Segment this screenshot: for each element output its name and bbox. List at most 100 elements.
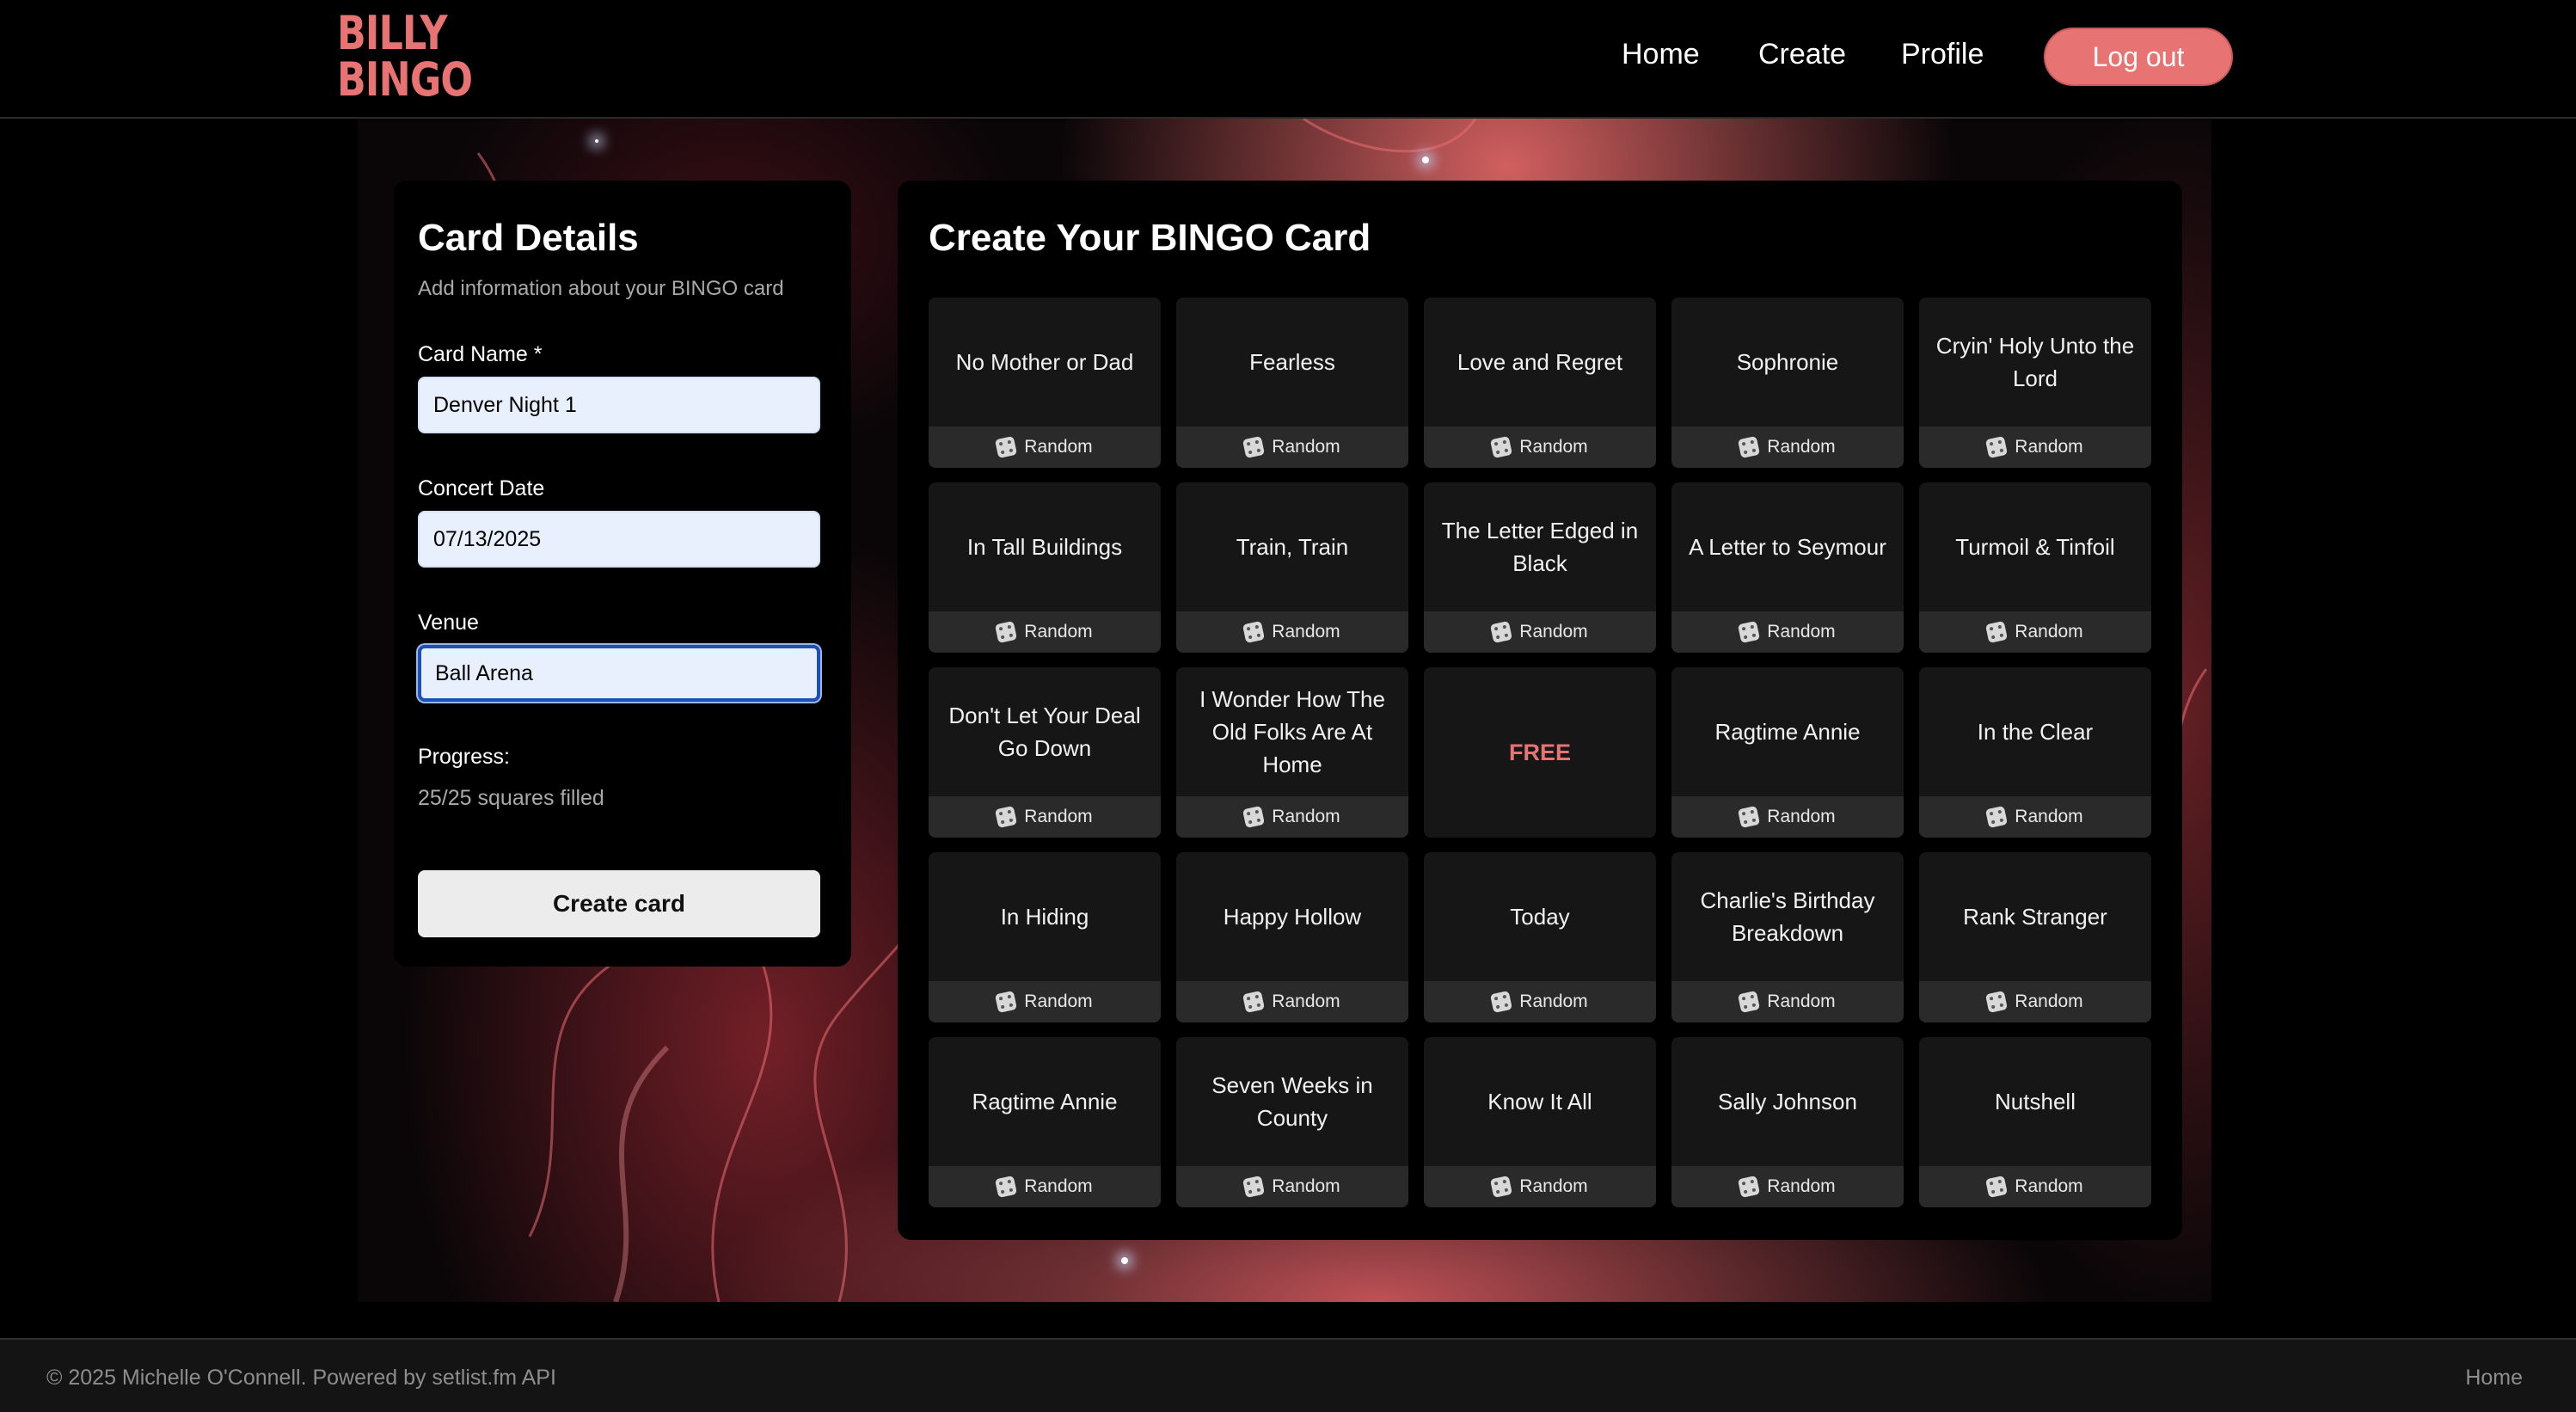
- bingo-free-square[interactable]: FREE: [1424, 667, 1656, 838]
- bingo-square[interactable]: Love and Regret Random: [1424, 298, 1656, 468]
- dice-icon: [1738, 990, 1761, 1014]
- bingo-square-title: Know It All: [1487, 1089, 1592, 1114]
- venue-label: Venue: [418, 611, 479, 635]
- bingo-square[interactable]: Train, Train Random: [1176, 482, 1408, 653]
- random-song-button[interactable]: Random: [1176, 427, 1408, 468]
- top-navbar: BILLY BINGO Home Create Profile Log out: [0, 0, 2576, 119]
- star-decoration: [1121, 1257, 1128, 1264]
- bingo-square[interactable]: Charlie's Birthday Breakdown Random: [1671, 852, 1904, 1022]
- random-label: Random: [2015, 807, 2083, 826]
- bingo-square[interactable]: Turmoil & Tinfoil Random: [1919, 482, 2151, 653]
- bingo-square[interactable]: The Letter Edged in Black Random: [1424, 482, 1656, 653]
- dice-icon: [1738, 620, 1761, 644]
- random-label: Random: [1519, 1176, 1588, 1196]
- random-song-button[interactable]: Random: [1671, 611, 1904, 653]
- dice-icon: [1242, 805, 1266, 829]
- dice-icon: [1490, 1175, 1513, 1199]
- random-song-button[interactable]: Random: [1671, 981, 1904, 1022]
- random-song-button[interactable]: Random: [1919, 611, 2151, 653]
- venue-input[interactable]: Ball Arena: [418, 645, 820, 702]
- random-song-button[interactable]: Random: [1671, 796, 1904, 838]
- random-label: Random: [1024, 622, 1093, 642]
- random-song-button[interactable]: Random: [1671, 427, 1904, 468]
- random-song-button[interactable]: Random: [1919, 981, 2151, 1022]
- nav-create-link[interactable]: Create: [1758, 38, 1846, 71]
- bingo-square[interactable]: Don't Let Your Deal Go Down Random: [929, 667, 1161, 838]
- dice-icon: [1738, 435, 1761, 459]
- random-song-button[interactable]: Random: [929, 796, 1161, 838]
- random-label: Random: [1767, 807, 1836, 826]
- dice-icon: [1985, 990, 2009, 1014]
- progress-text: 25/25 squares filled: [418, 786, 604, 810]
- card-details-title: Card Details: [418, 217, 639, 259]
- bingo-square[interactable]: Seven Weeks in County Random: [1176, 1037, 1408, 1207]
- random-label: Random: [2015, 437, 2083, 457]
- random-song-button[interactable]: Random: [929, 427, 1161, 468]
- random-song-button[interactable]: Random: [1424, 1166, 1656, 1207]
- dice-icon: [1985, 1175, 2009, 1199]
- random-label: Random: [1024, 807, 1093, 826]
- random-song-button[interactable]: Random: [1176, 981, 1408, 1022]
- random-song-button[interactable]: Random: [1424, 611, 1656, 653]
- bingo-square[interactable]: Sophronie Random: [1671, 298, 1904, 468]
- bingo-square[interactable]: Ragtime Annie Random: [1671, 667, 1904, 838]
- billy-bingo-logo[interactable]: BILLY BINGO: [337, 10, 473, 103]
- card-details-panel: Card Details Add information about your …: [394, 181, 851, 967]
- footer-copyright: © 2025 Michelle O'Connell. Powered by se…: [46, 1366, 556, 1390]
- create-card-button[interactable]: Create card: [418, 870, 820, 937]
- bingo-square[interactable]: A Letter to Seymour Random: [1671, 482, 1904, 653]
- bingo-square[interactable]: Today Random: [1424, 852, 1656, 1022]
- dice-icon: [1985, 805, 2009, 829]
- bingo-square[interactable]: Happy Hollow Random: [1176, 852, 1408, 1022]
- bingo-square[interactable]: In Hiding Random: [929, 852, 1161, 1022]
- random-song-button[interactable]: Random: [1919, 1166, 2151, 1207]
- random-song-button[interactable]: Random: [1671, 1166, 1904, 1207]
- bingo-square[interactable]: Rank Stranger Random: [1919, 852, 2151, 1022]
- random-label: Random: [1024, 437, 1093, 457]
- bingo-square[interactable]: I Wonder How The Old Folks Are At Home Ra…: [1176, 667, 1408, 838]
- random-label: Random: [1272, 991, 1340, 1011]
- bingo-square-title: In the Clear: [1977, 719, 2094, 745]
- bingo-square-title: FREE: [1508, 740, 1571, 765]
- bingo-square[interactable]: Cryin' Holy Unto the Lord Random: [1919, 298, 2151, 468]
- random-song-button[interactable]: Random: [1176, 796, 1408, 838]
- concert-date-input[interactable]: 07/13/2025: [418, 511, 820, 568]
- bingo-square-title: A Letter to Seymour: [1689, 534, 1886, 560]
- card-name-input[interactable]: Denver Night 1: [418, 377, 820, 433]
- logout-button[interactable]: Log out: [2044, 28, 2233, 86]
- bingo-square-title: Nutshell: [1995, 1089, 2076, 1114]
- random-song-button[interactable]: Random: [1424, 427, 1656, 468]
- random-label: Random: [1767, 437, 1836, 457]
- bingo-square[interactable]: No Mother or Dad Random: [929, 298, 1161, 468]
- dice-icon: [1985, 620, 2009, 644]
- random-label: Random: [1272, 437, 1340, 457]
- dice-icon: [1738, 805, 1761, 829]
- random-song-button[interactable]: Random: [929, 1166, 1161, 1207]
- random-song-button[interactable]: Random: [1919, 796, 2151, 838]
- random-song-button[interactable]: Random: [1176, 1166, 1408, 1207]
- bingo-square-title: Ragtime Annie: [1714, 719, 1861, 745]
- nav-profile-link[interactable]: Profile: [1901, 38, 1984, 71]
- random-label: Random: [1272, 622, 1340, 642]
- bingo-square-title: In Hiding: [1000, 904, 1089, 930]
- bingo-square[interactable]: In Tall Buildings Random: [929, 482, 1161, 653]
- bingo-square[interactable]: In the Clear Random: [1919, 667, 2151, 838]
- nav-home-link[interactable]: Home: [1622, 38, 1700, 71]
- bingo-square-title: In Tall Buildings: [966, 534, 1123, 560]
- bingo-square-title: Train, Train: [1236, 534, 1349, 560]
- random-song-button[interactable]: Random: [1424, 981, 1656, 1022]
- random-song-button[interactable]: Random: [929, 981, 1161, 1022]
- bingo-square[interactable]: Sally Johnson Random: [1671, 1037, 1904, 1207]
- bingo-square[interactable]: Nutshell Random: [1919, 1037, 2151, 1207]
- footer-home-link[interactable]: Home: [2465, 1366, 2523, 1391]
- bingo-square[interactable]: Ragtime Annie Random: [929, 1037, 1161, 1207]
- dice-icon: [1242, 990, 1266, 1014]
- random-song-button[interactable]: Random: [929, 611, 1161, 653]
- random-song-button[interactable]: Random: [1176, 611, 1408, 653]
- bingo-square[interactable]: Fearless Random: [1176, 298, 1408, 468]
- bingo-square-title: No Mother or Dad: [955, 349, 1134, 375]
- star-decoration: [1422, 157, 1429, 163]
- bingo-square[interactable]: Know It All Random: [1424, 1037, 1656, 1207]
- dice-icon: [1490, 990, 1513, 1014]
- random-song-button[interactable]: Random: [1919, 427, 2151, 468]
